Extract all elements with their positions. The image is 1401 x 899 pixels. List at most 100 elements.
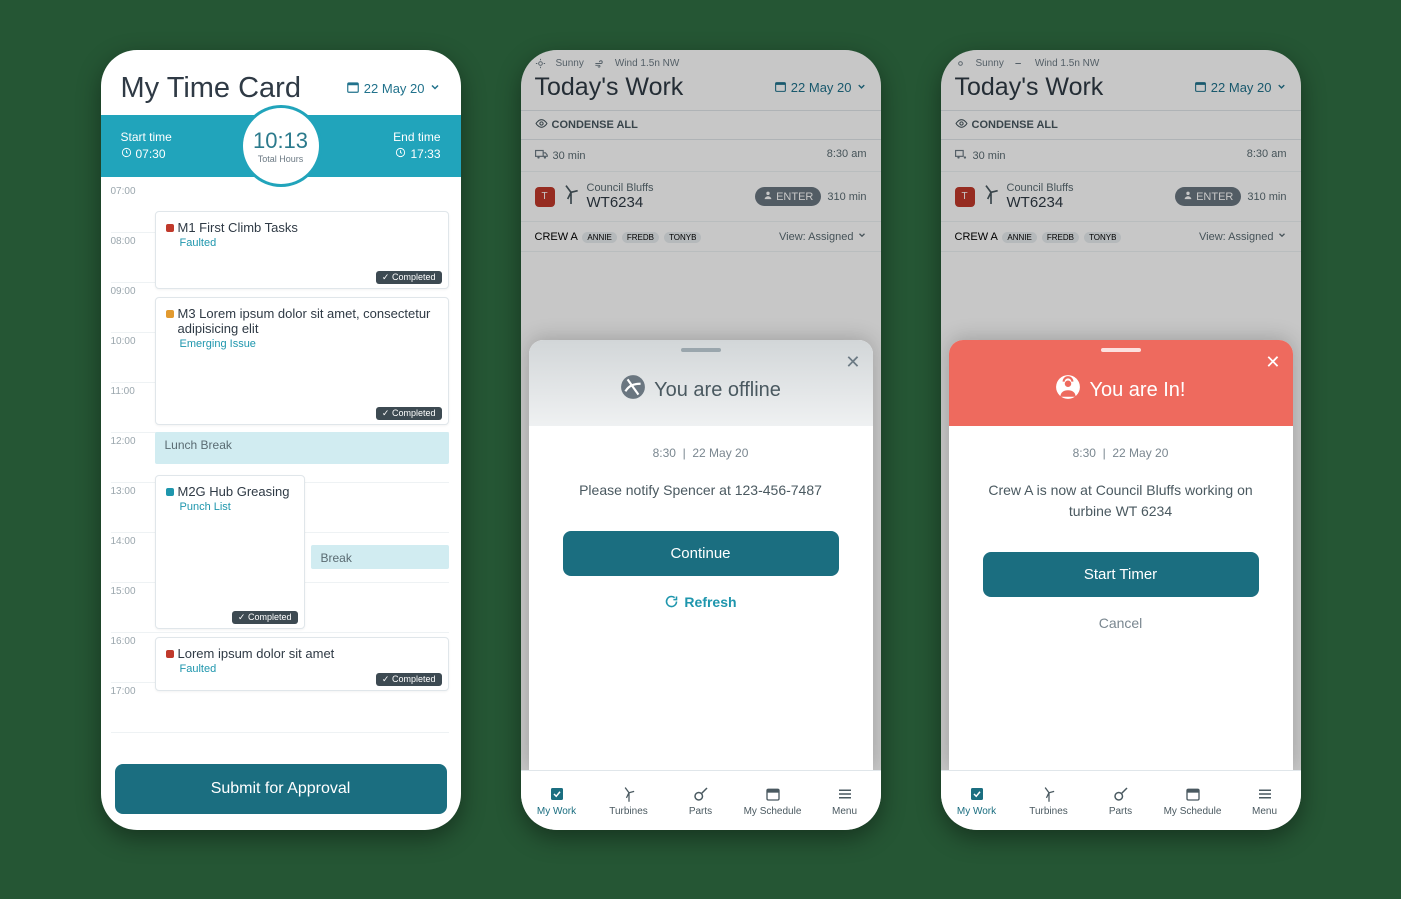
- start-time: 07:30: [136, 146, 166, 163]
- date-picker[interactable]: 22 May 20: [1194, 80, 1287, 96]
- crew-label: CREW A ANNIE FREDB TONYB: [955, 231, 1122, 243]
- truck-icon: [535, 148, 549, 163]
- nav-menu[interactable]: Menu: [809, 771, 881, 830]
- nav-label: Menu: [1252, 806, 1277, 817]
- nav-menu[interactable]: Menu: [1229, 771, 1301, 830]
- nav-turbines[interactable]: Turbines: [1013, 771, 1085, 830]
- task-title: M1 First Climb Tasks: [178, 220, 298, 235]
- checkin-sheet: ✕ You are In! 8:30 | 22 May 20 Crew A is…: [949, 340, 1293, 770]
- worker-icon: [1055, 374, 1081, 406]
- sun-icon: [955, 58, 966, 69]
- condense-label: CONDENSE ALL: [552, 119, 638, 131]
- nav-parts[interactable]: Parts: [1085, 771, 1157, 830]
- task-title: M3 Lorem ipsum dolor sit amet, consectet…: [178, 306, 438, 336]
- cancel-link[interactable]: Cancel: [973, 615, 1269, 631]
- crew-chip: FREDB: [1042, 232, 1079, 243]
- enter-label: ENTER: [1196, 191, 1233, 203]
- nav-label: My Schedule: [1164, 806, 1222, 817]
- task-title: M2G Hub Greasing: [178, 484, 290, 499]
- sun-icon: [535, 58, 546, 69]
- crew-chip: ANNIE: [1002, 232, 1036, 243]
- turbine-icon: [561, 182, 581, 211]
- offline-icon: [620, 374, 646, 406]
- page-title: Today's Work: [955, 73, 1104, 102]
- arrive-time: 8:30 am: [827, 148, 867, 163]
- nav-mywork[interactable]: My Work: [941, 771, 1013, 830]
- submit-approval-button[interactable]: Submit for Approval: [115, 764, 447, 814]
- calendar-icon: [346, 80, 360, 97]
- completed-badge: ✓ Completed: [376, 271, 442, 284]
- start-timer-button[interactable]: Start Timer: [983, 552, 1259, 597]
- date-picker[interactable]: 22 May 20: [774, 80, 867, 96]
- nav-turbines[interactable]: Turbines: [593, 771, 665, 830]
- person-icon: [763, 190, 773, 203]
- site-name: Council Bluffs: [1007, 182, 1074, 194]
- total-hours-label: Total Hours: [258, 154, 304, 164]
- condense-all-toggle[interactable]: CONDENSE ALL: [521, 110, 881, 140]
- date-picker[interactable]: 22 May 20: [346, 80, 441, 97]
- task-title: Lorem ipsum dolor sit amet: [178, 646, 335, 661]
- crew-chip: TONYB: [1084, 232, 1121, 243]
- nav-schedule[interactable]: My Schedule: [1157, 771, 1229, 830]
- status-dot-icon: [166, 488, 174, 496]
- sheet-handle[interactable]: [681, 348, 721, 352]
- close-icon[interactable]: ✕: [845, 352, 860, 373]
- continue-button[interactable]: Continue: [563, 531, 839, 576]
- end-time: 17:33: [410, 146, 440, 163]
- site-minutes: 310 min: [1247, 191, 1286, 203]
- chevron-down-icon: [856, 80, 867, 95]
- condense-all-toggle[interactable]: CONDENSE ALL: [941, 110, 1301, 140]
- drive-time: 30 min: [973, 150, 1006, 162]
- sheet-handle[interactable]: [1101, 348, 1141, 352]
- close-icon[interactable]: ✕: [1265, 352, 1280, 373]
- clock-icon: [395, 146, 406, 163]
- refresh-label: Refresh: [684, 594, 736, 612]
- site-badge-icon: T: [535, 187, 555, 207]
- date-label: 22 May 20: [364, 81, 425, 96]
- nav-parts[interactable]: Parts: [665, 771, 737, 830]
- completed-badge: ✓ Completed: [376, 673, 442, 686]
- turbine-icon: [981, 182, 1001, 211]
- task-card[interactable]: M3 Lorem ipsum dolor sit amet, consectet…: [155, 297, 449, 425]
- timeline[interactable]: 07:00 08:00 09:00 10:00 11:00 12:00 13:0…: [101, 177, 461, 754]
- sheet-title: You are offline: [654, 379, 781, 402]
- drive-row: 30 min 8:30 am: [941, 140, 1301, 172]
- person-icon: [1183, 190, 1193, 203]
- sheet-time: 8:30: [653, 446, 676, 460]
- site-row[interactable]: T Council Bluffs WT6234 ENTER 310 min: [521, 172, 881, 222]
- nav-label: My Schedule: [744, 806, 802, 817]
- view-selector[interactable]: View: Assigned: [1199, 230, 1286, 243]
- start-label: Start time: [121, 129, 172, 146]
- crew-chip: TONYB: [664, 232, 701, 243]
- condense-label: CONDENSE ALL: [972, 119, 1058, 131]
- refresh-link[interactable]: Refresh: [553, 594, 849, 612]
- crew-chip: FREDB: [622, 232, 659, 243]
- crew-chip: ANNIE: [582, 232, 616, 243]
- calendar-icon: [1194, 80, 1207, 96]
- wind-text: Wind 1.5n NW: [615, 58, 679, 69]
- completed-badge: ✓ Completed: [232, 611, 298, 624]
- break-block: Lunch Break: [155, 432, 449, 464]
- page-title: Today's Work: [535, 73, 684, 102]
- nav-label: Turbines: [609, 806, 648, 817]
- nav-mywork[interactable]: My Work: [521, 771, 593, 830]
- refresh-icon: [664, 594, 679, 612]
- eye-icon: [535, 117, 548, 133]
- completed-badge: ✓ Completed: [376, 407, 442, 420]
- nav-schedule[interactable]: My Schedule: [737, 771, 809, 830]
- todays-work-checkin-screen: Sunny Wind 1.5n NW Today's Work 22 May 2…: [941, 50, 1301, 830]
- task-subtitle: Punch List: [166, 501, 294, 513]
- task-card[interactable]: M1 First Climb Tasks Faulted ✓ Completed: [155, 211, 449, 289]
- task-card[interactable]: Lorem ipsum dolor sit amet Faulted ✓ Com…: [155, 637, 449, 691]
- site-row[interactable]: T Council Bluffs WT6234 ENTER 310 min: [941, 172, 1301, 222]
- enter-button[interactable]: ENTER: [755, 187, 821, 206]
- end-label: End time: [393, 129, 440, 146]
- offline-sheet: ✕ You are offline 8:30 | 22 May 20 Pleas…: [529, 340, 873, 770]
- site-name: Council Bluffs: [587, 182, 654, 194]
- wind-icon: [1014, 58, 1025, 69]
- site-code: WT6234: [587, 194, 654, 211]
- enter-button[interactable]: ENTER: [1175, 187, 1241, 206]
- total-hours-value: 10:13: [253, 128, 308, 154]
- task-card[interactable]: M2G Hub Greasing Punch List ✓ Completed: [155, 475, 305, 629]
- view-selector[interactable]: View: Assigned: [779, 230, 866, 243]
